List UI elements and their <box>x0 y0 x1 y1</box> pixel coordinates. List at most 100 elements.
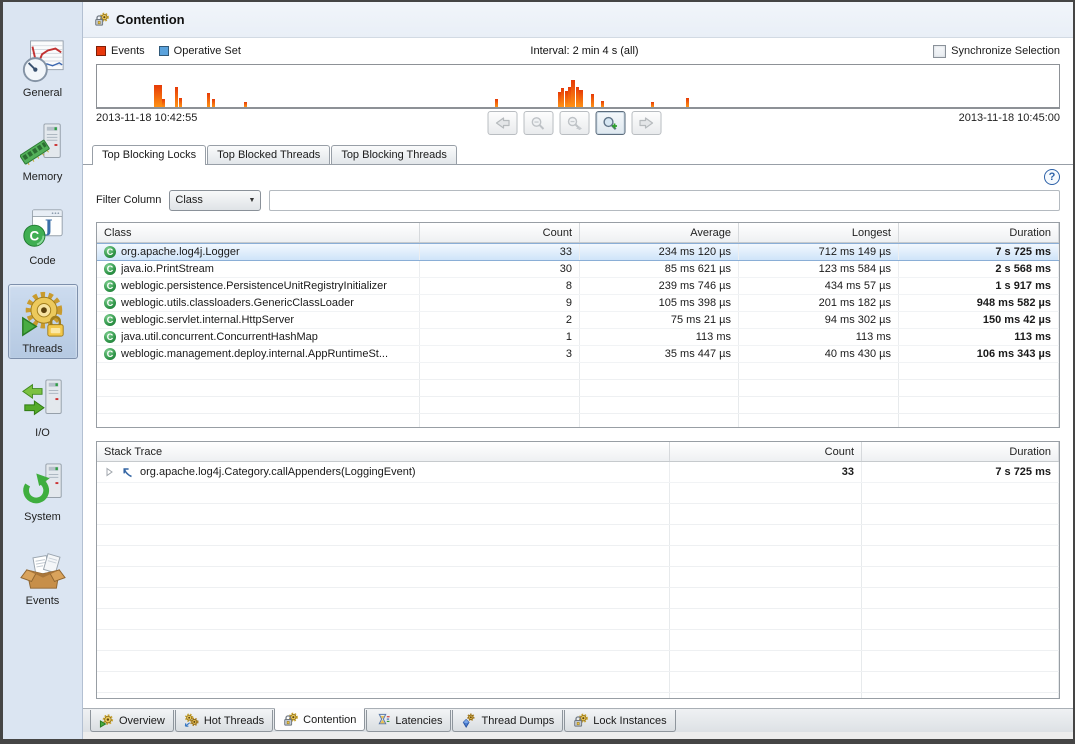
zoom-in-button[interactable] <box>596 111 626 135</box>
average-cell: 105 ms 398 µs <box>580 295 739 311</box>
synchronize-checkbox[interactable] <box>933 45 946 58</box>
empty-row <box>97 363 1059 380</box>
table-row[interactable]: Cweblogic.utils.classloaders.GenericClas… <box>97 295 1059 312</box>
bottom-tab-hot-threads[interactable]: Hot Threads <box>175 710 273 732</box>
page-header: Contention <box>83 2 1073 38</box>
column-header-stack-trace[interactable]: Stack Trace <box>97 442 670 461</box>
table-row[interactable]: Cjava.io.PrintStream3085 ms 621 µs123 ms… <box>97 261 1059 278</box>
sidebar-item-general[interactable]: General <box>8 32 78 103</box>
count-cell: 3 <box>420 346 580 362</box>
class-icon: C <box>104 297 116 309</box>
table-header: Stack Trace CountDuration <box>97 442 1059 462</box>
legend-item-events: Events <box>96 45 145 57</box>
column-header-longest[interactable]: Longest <box>739 223 899 242</box>
application-window: General Memory JCCode Threads I/O System Event… <box>0 0 1075 744</box>
timeline-chart[interactable] <box>96 64 1060 109</box>
timeline-bar <box>162 99 165 107</box>
sidebar-item-code[interactable]: JCCode <box>8 200 78 271</box>
table-row[interactable]: org.apache.log4j.Category.callAppenders(… <box>97 462 1059 483</box>
timeline-start-time: 2013-11-18 10:42:55 <box>96 112 197 124</box>
count-cell: 33 <box>670 462 862 482</box>
memory-icon <box>20 122 66 168</box>
sidebar-item-system[interactable]: System <box>8 456 78 527</box>
column-label: Stack Trace <box>104 446 162 458</box>
average-cell: 35 ms 447 µs <box>580 346 739 362</box>
class-icon: C <box>104 280 116 292</box>
main-area: Contention EventsOperative Set Interval:… <box>83 2 1073 739</box>
column-header-average[interactable]: Average <box>580 223 739 242</box>
empty-row <box>97 693 1059 699</box>
help-icon[interactable]: ? <box>1044 169 1060 185</box>
filter-column-select[interactable]: Class ▼ <box>169 190 261 211</box>
bottom-tab-label: Lock Instances <box>593 715 666 727</box>
latencies-icon <box>375 713 390 728</box>
forward-arrow-button[interactable] <box>632 111 662 135</box>
column-header-class[interactable]: Class <box>97 223 420 242</box>
duration-cell: 7 s 725 ms <box>862 462 1059 482</box>
table-row[interactable]: Cweblogic.management.deploy.internal.App… <box>97 346 1059 363</box>
bottom-tab-thread-dumps[interactable]: Thread Dumps <box>452 710 563 732</box>
column-label: Class <box>104 227 132 239</box>
tab-top-blocked-threads[interactable]: Top Blocked Threads <box>207 145 330 164</box>
timeline-bar <box>175 87 178 107</box>
sidebar-item-label: Threads <box>22 343 62 355</box>
filter-input[interactable] <box>269 190 1060 211</box>
sidebar-item-i-o[interactable]: I/O <box>8 372 78 443</box>
class-name: java.util.concurrent.ConcurrentHashMap <box>121 331 318 343</box>
sidebar-item-events[interactable]: Events <box>8 540 78 611</box>
average-cell: 234 ms 120 µs <box>580 244 739 260</box>
empty-row <box>97 397 1059 414</box>
bottom-tab-lock-instances[interactable]: Lock Instances <box>564 710 675 732</box>
table-row[interactable]: Cjava.util.concurrent.ConcurrentHashMap1… <box>97 329 1059 346</box>
bottom-tab-label: Contention <box>303 714 356 726</box>
legend-label: Operative Set <box>174 45 241 57</box>
column-header-count[interactable]: Count <box>670 442 862 461</box>
timeline-bar <box>244 102 247 107</box>
trace-arrow-icon <box>121 466 133 478</box>
column-header-duration[interactable]: Duration <box>862 442 1059 461</box>
table-row[interactable]: Corg.apache.log4j.Logger33234 ms 120 µs7… <box>97 243 1059 261</box>
count-cell: 8 <box>420 278 580 294</box>
timeline-bar <box>651 102 654 107</box>
overview-icon <box>99 713 114 728</box>
timeline-bar <box>207 93 210 107</box>
empty-row <box>97 588 1059 609</box>
sidebar-item-memory[interactable]: Memory <box>8 116 78 187</box>
column-label: Duration <box>1009 227 1051 239</box>
expand-icon[interactable] <box>104 467 114 477</box>
timeline-end-time: 2013-11-18 10:45:00 <box>959 112 1060 124</box>
empty-row <box>97 672 1059 693</box>
bottom-tab-overview[interactable]: Overview <box>90 710 174 732</box>
count-cell: 1 <box>420 329 580 345</box>
table-row[interactable]: Cweblogic.persistence.PersistenceUnitReg… <box>97 278 1059 295</box>
zoom-range-button[interactable] <box>560 111 590 135</box>
back-arrow-button[interactable] <box>488 111 518 135</box>
sidebar-item-label: Code <box>29 255 55 267</box>
window-footer <box>83 732 1073 739</box>
timeline-bar <box>154 85 162 107</box>
bottom-tab-contention[interactable]: Contention <box>274 708 365 731</box>
column-header-duration[interactable]: Duration <box>899 223 1059 242</box>
count-cell: 33 <box>420 244 580 260</box>
class-name: weblogic.management.deploy.internal.AppR… <box>121 348 388 360</box>
sidebar-item-label: System <box>24 511 61 523</box>
column-label: Count <box>543 227 572 239</box>
tab-top-blocking-threads[interactable]: Top Blocking Threads <box>331 145 457 164</box>
tab-top-blocking-locks[interactable]: Top Blocking Locks <box>92 145 206 165</box>
empty-row <box>97 609 1059 630</box>
column-label: Average <box>690 227 731 239</box>
longest-cell: 123 ms 584 µs <box>739 261 899 277</box>
io-icon <box>20 378 66 424</box>
bottom-tab-latencies[interactable]: Latencies <box>366 710 451 732</box>
bottom-tab-label: Hot Threads <box>204 715 264 727</box>
table-row[interactable]: Cweblogic.servlet.internal.HttpServer275… <box>97 312 1059 329</box>
duration-cell: 113 ms <box>899 329 1059 345</box>
bottom-tab-label: Latencies <box>395 715 442 727</box>
sidebar-item-threads[interactable]: Threads <box>8 284 78 359</box>
synchronize-selection[interactable]: Synchronize Selection <box>933 45 1060 58</box>
column-header-count[interactable]: Count <box>420 223 580 242</box>
class-icon: C <box>104 314 116 326</box>
chart-legend: Events Operative Set <box>96 45 241 57</box>
lock-instances-icon <box>573 713 588 728</box>
zoom-out-button[interactable] <box>524 111 554 135</box>
